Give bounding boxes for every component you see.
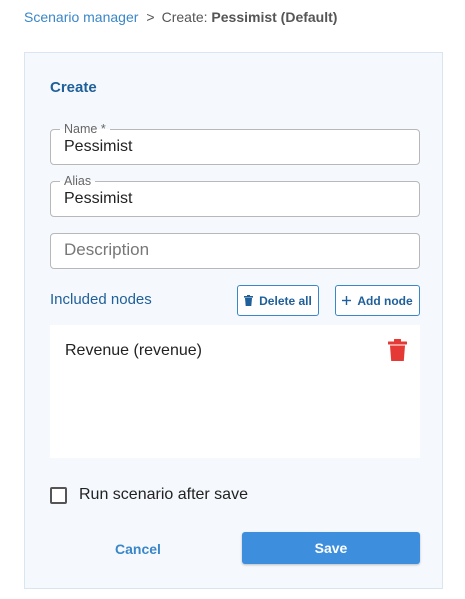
panel-title: Create: [50, 79, 97, 96]
breadcrumb-current-name: Pessimist (Default): [211, 9, 338, 25]
alias-field: Alias: [50, 173, 420, 217]
breadcrumb-current-prefix: Create:: [161, 9, 212, 25]
trash-icon: [244, 295, 254, 306]
run-after-save-row[interactable]: Run scenario after save: [50, 486, 248, 504]
run-after-save-checkbox[interactable]: [50, 486, 67, 504]
breadcrumb: Scenario manager > Create: Pessimist (Defa…: [24, 8, 337, 26]
create-scenario-panel: Create Name * Alias Included nodes Delet…: [24, 52, 443, 589]
included-nodes-list: Revenue (revenue): [50, 325, 420, 458]
save-button[interactable]: Save: [242, 532, 420, 564]
delete-all-button[interactable]: Delete all: [237, 285, 319, 316]
add-node-label: Add node: [357, 293, 413, 308]
add-node-button[interactable]: Add node: [335, 285, 420, 316]
cancel-button[interactable]: Cancel: [95, 534, 181, 564]
list-item: Revenue (revenue): [65, 342, 202, 359]
run-after-save-label: Run scenario after save: [79, 486, 248, 503]
name-field: Name *: [50, 121, 420, 165]
plus-icon: [342, 296, 352, 305]
breadcrumb-current: Create: Pessimist (Default): [162, 9, 338, 25]
included-nodes-heading: Included nodes: [50, 291, 152, 308]
description-input[interactable]: [51, 234, 419, 268]
delete-all-label: Delete all: [259, 293, 312, 308]
alias-input[interactable]: [51, 182, 419, 216]
delete-node-icon[interactable]: [388, 339, 407, 366]
breadcrumb-separator: >: [146, 9, 155, 25]
breadcrumb-scenario-manager-link[interactable]: Scenario manager: [24, 9, 138, 25]
alias-field-label: Alias: [60, 173, 96, 189]
description-field: [50, 233, 420, 269]
name-field-label: Name *: [60, 121, 110, 137]
